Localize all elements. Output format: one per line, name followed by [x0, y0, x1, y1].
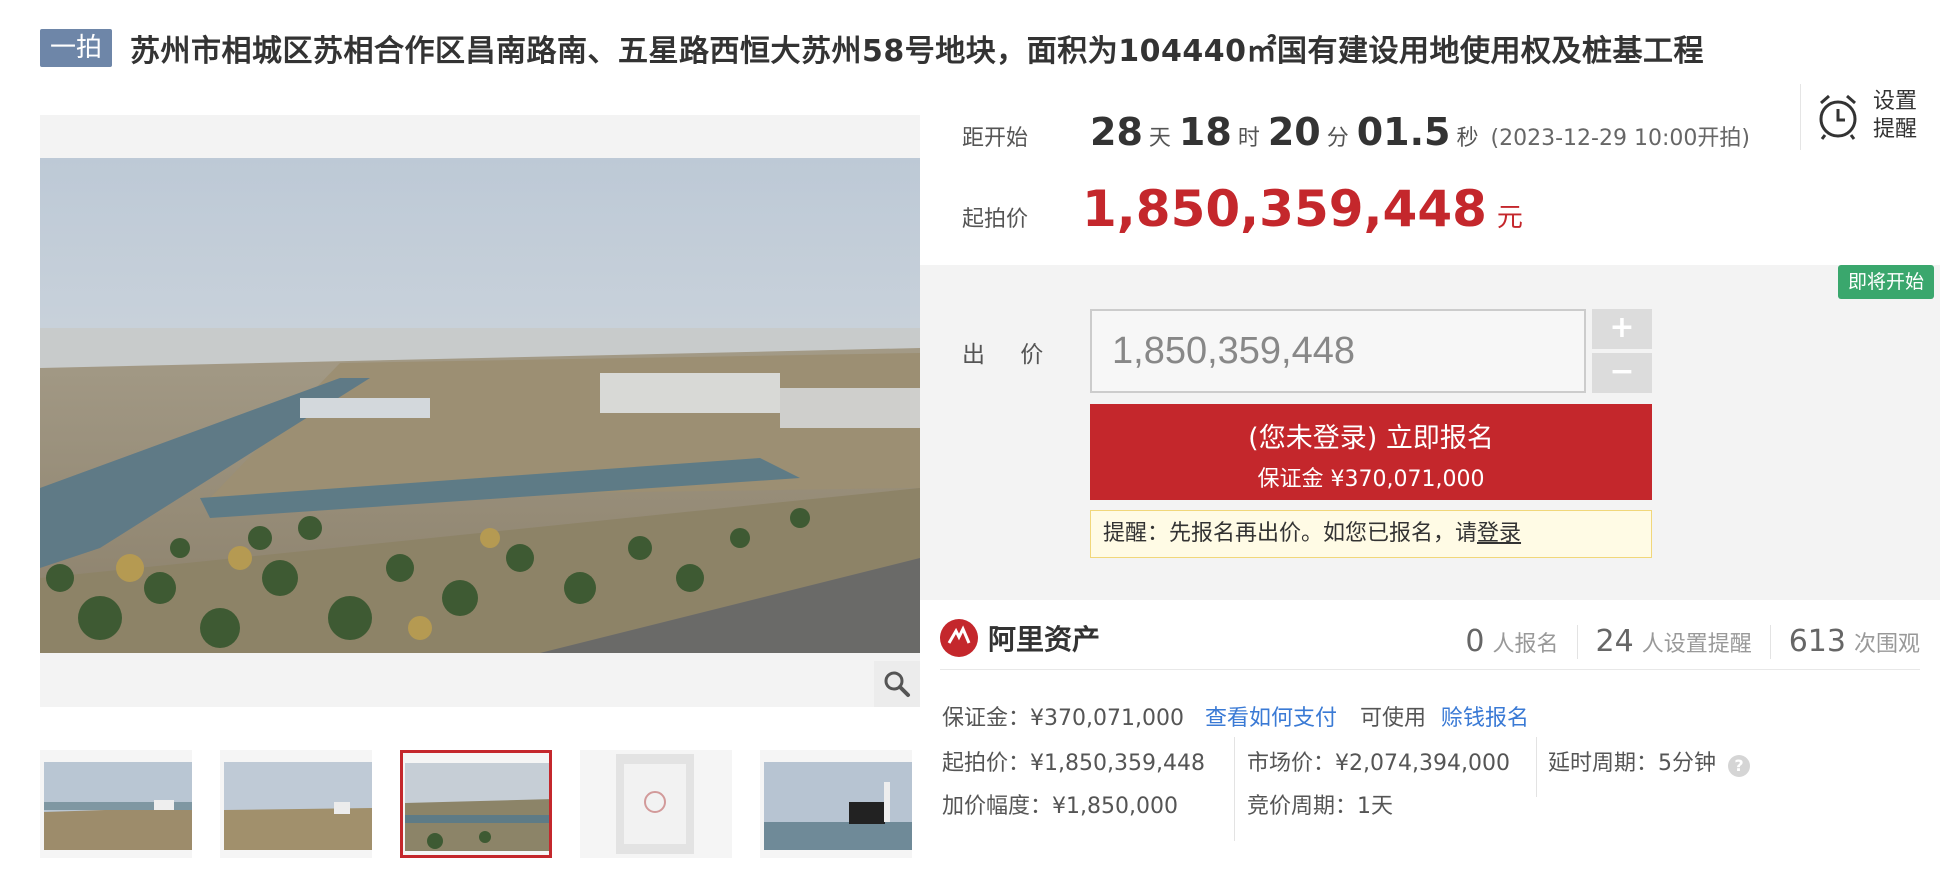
start-price-label: 起拍价 [962, 207, 1029, 232]
detail-delay: 延时周期：5分钟? [1548, 745, 1750, 777]
signup-count-unit: 人报名 [1492, 632, 1559, 657]
divider [1576, 624, 1578, 659]
deposit-row: 保证金：¥370,071,000 查看如何支付 可使用 赊钱报名 [942, 700, 1529, 732]
countdown-minutes-unit: 分 [1326, 126, 1349, 151]
divider [1769, 624, 1771, 659]
login-tip-text: 提醒：先报名再出价。如您已报名，请 [1103, 521, 1478, 546]
platform-name: 阿里资产 [988, 623, 1101, 656]
signup-deposit-label: 保证金 ¥370,071,000 [1257, 467, 1485, 492]
divider [1536, 737, 1537, 797]
login-link[interactable]: 登录 [1477, 521, 1521, 546]
thumbnail-3-active[interactable] [400, 750, 552, 858]
countdown-minutes: 20 [1267, 110, 1321, 154]
stats: 0 人报名 24 人设置提醒 613 次围观 [1465, 624, 1920, 659]
signup-button[interactable]: (您未登录) 立即报名 保证金 ¥370,071,000 [1090, 404, 1652, 500]
main-photo[interactable] [40, 158, 920, 653]
status-badge: 即将开始 [1837, 265, 1934, 299]
ali-asset-logo-icon [940, 619, 978, 657]
thumbnail-2[interactable] [220, 750, 372, 858]
countdown-seconds-unit: 秒 [1456, 126, 1479, 151]
decrease-bid-button[interactable]: − [1592, 353, 1652, 393]
auction-details: 起拍价：¥1,850,359,448 市场价：¥2,074,394,000 延时… [942, 737, 1922, 865]
detail-delay-period: 延时周期：5分钟 [1548, 751, 1716, 776]
countdown-days-unit: 天 [1148, 126, 1171, 151]
zoom-icon[interactable] [874, 661, 920, 707]
available-label: 可使用 [1359, 706, 1426, 731]
signup-count: 0 [1465, 624, 1485, 659]
platform-logo[interactable]: 阿里资产 [940, 618, 1100, 658]
image-viewer [40, 115, 920, 707]
bid-panel: 即将开始 出 价 + − (您未登录) 立即报名 保证金 ¥370,071,00… [920, 265, 1940, 600]
reminder-count-unit: 人设置提醒 [1641, 632, 1752, 657]
thumbnail-4-document[interactable] [580, 750, 732, 858]
thumbnail-strip [40, 750, 920, 862]
auction-start-time: (2023-12-29 10:00开拍) [1490, 126, 1750, 151]
help-icon[interactable]: ? [1728, 754, 1750, 777]
title-row: 一拍 苏州市相城区苏相合作区昌南路南、五星路西恒大苏州58号地块，面积为1044… [40, 28, 1705, 69]
view-count-unit: 次围观 [1853, 632, 1920, 657]
detail-bid-period: 竞价周期：1天 [1247, 794, 1393, 819]
countdown-hours: 18 [1178, 110, 1232, 154]
countdown: 距开始 28 天 18 时 20 分 01.5 秒 (2023-12-29 10… [962, 110, 1750, 154]
alarm-clock-icon [1819, 94, 1857, 140]
lot-title: 苏州市相城区苏相合作区昌南路南、五星路西恒大苏州58号地块，面积为104440㎡… [130, 34, 1705, 69]
start-price-unit: 元 [1496, 203, 1523, 233]
detail-market-price: 市场价：¥2,074,394,000 [1247, 751, 1510, 776]
start-price-row: 起拍价 1,850,359,448 元 [962, 180, 1523, 238]
set-reminder-label: 设置提醒 [1873, 89, 1918, 142]
view-count: 613 [1788, 624, 1846, 659]
credit-signup-link[interactable]: 赊钱报名 [1441, 706, 1529, 731]
countdown-seconds: 01.5 [1356, 110, 1451, 154]
thumbnail-5[interactable] [760, 750, 912, 858]
set-reminder-button[interactable]: 设置提醒 [1815, 88, 1923, 144]
bid-amount-input[interactable] [1090, 309, 1586, 393]
divider [1234, 737, 1235, 841]
detail-increment: 加价幅度：¥1,850,000 [942, 794, 1178, 819]
how-to-pay-link[interactable]: 查看如何支付 [1205, 706, 1337, 731]
reminder-count: 24 [1595, 624, 1634, 659]
countdown-days: 28 [1090, 110, 1143, 154]
countdown-hours-unit: 时 [1237, 126, 1260, 151]
bid-label: 出 价 [962, 342, 1058, 368]
increase-bid-button[interactable]: + [1592, 309, 1652, 349]
divider [1800, 84, 1801, 150]
thumbnail-1[interactable] [40, 750, 192, 858]
round-badge: 一拍 [40, 29, 113, 67]
stats-row: 阿里资产 0 人报名 24 人设置提醒 613 次围观 [940, 610, 1920, 670]
start-price-value: 1,850,359,448 [1082, 180, 1487, 238]
detail-start-price: 起拍价：¥1,850,359,448 [942, 751, 1205, 776]
login-tip: 提醒：先报名再出价。如您已报名，请登录 [1090, 510, 1652, 558]
signup-button-label: (您未登录) 立即报名 [1248, 423, 1494, 454]
deposit-amount: 保证金：¥370,071,000 [942, 706, 1184, 731]
countdown-label: 距开始 [962, 126, 1029, 151]
